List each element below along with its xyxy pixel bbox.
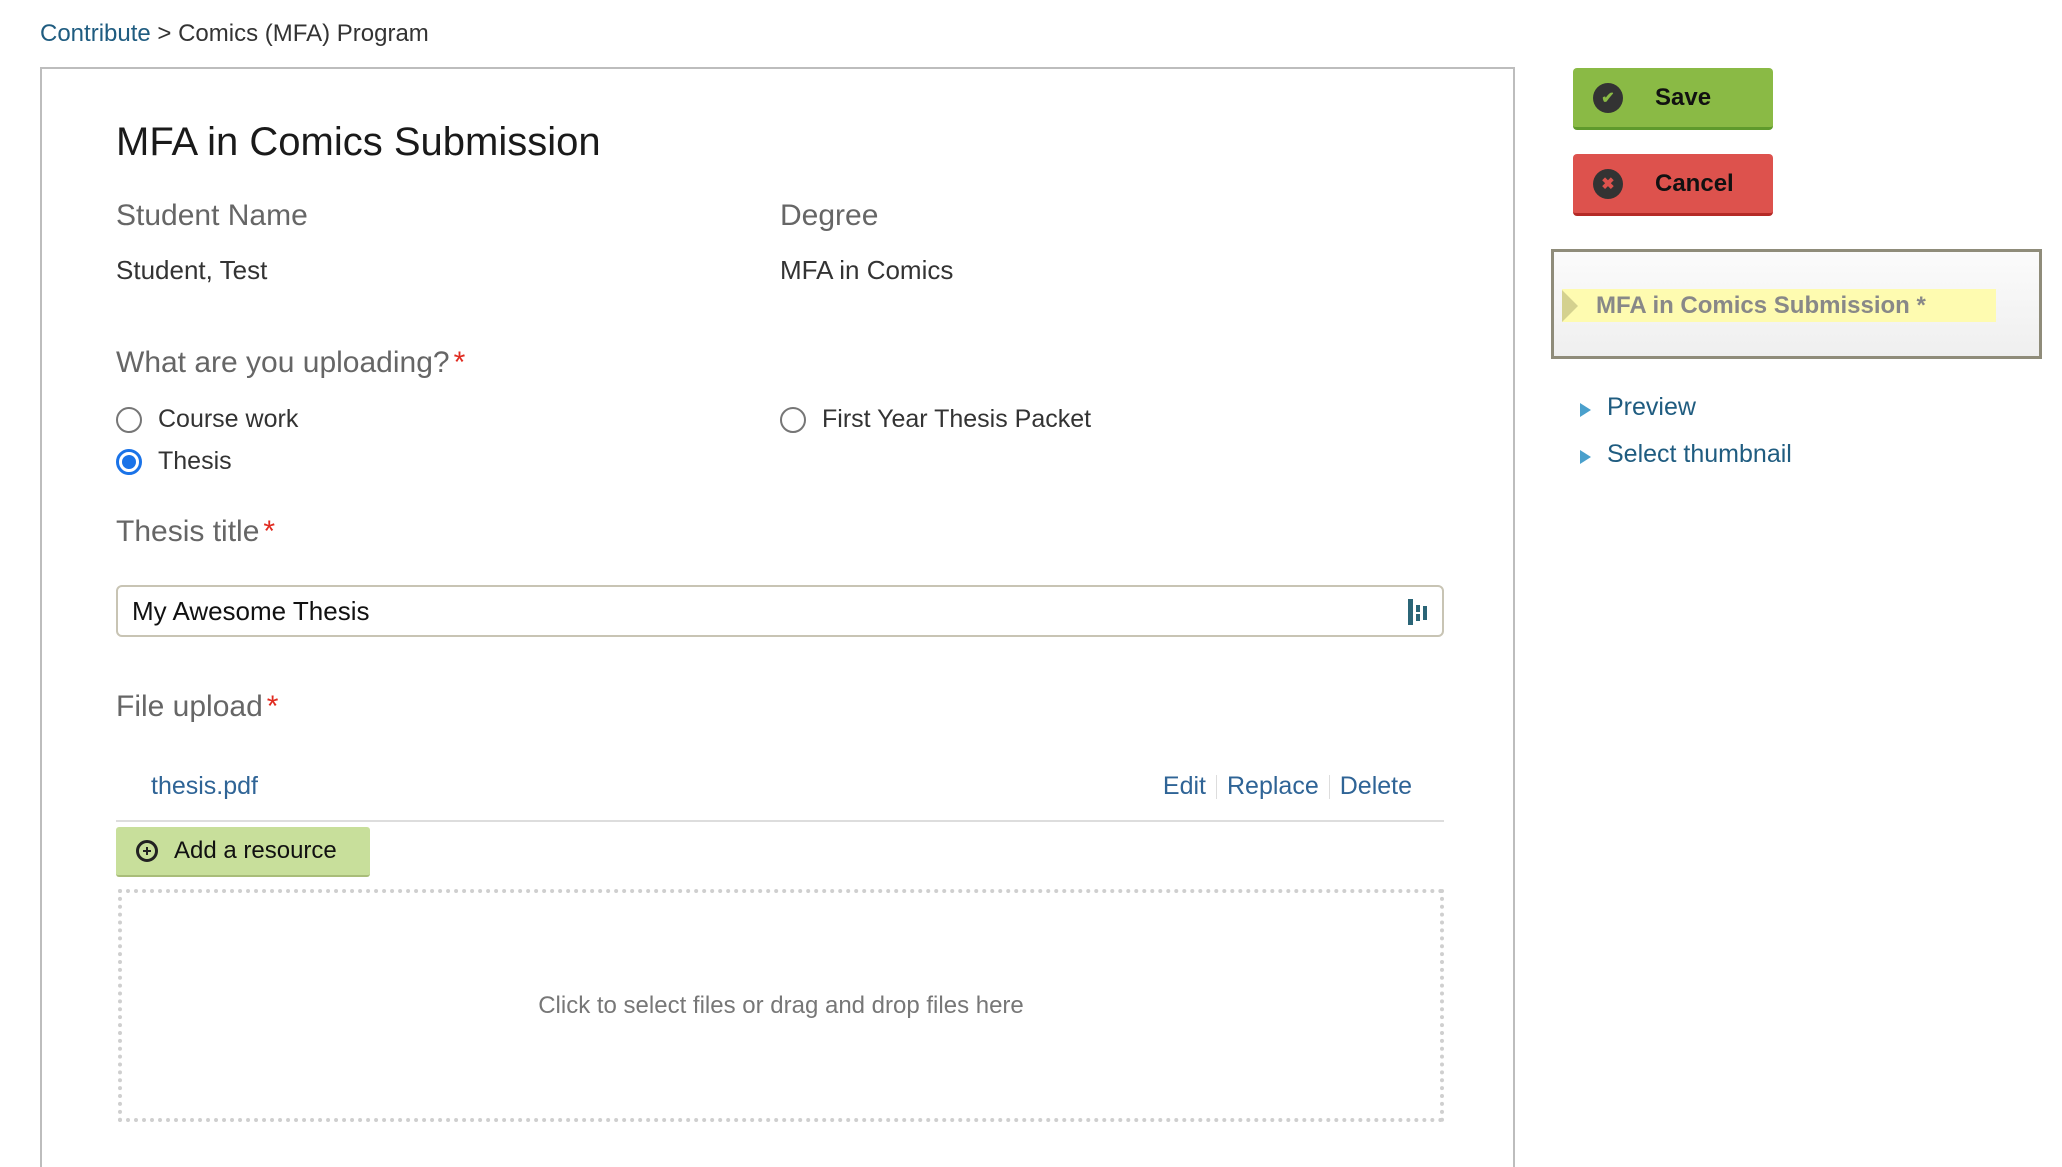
degree-value: MFA in Comics xyxy=(780,255,954,285)
breadcrumb: Contribute > Comics (MFA) Program xyxy=(40,20,429,48)
radio-button-checked[interactable] xyxy=(116,448,142,475)
thesis-title-value: My Awesome Thesis xyxy=(132,596,370,626)
check-circle-icon: ✔ xyxy=(1593,82,1623,113)
thesis-title-input[interactable]: My Awesome Thesis xyxy=(116,585,1444,637)
select-thumbnail-label: Select thumbnail xyxy=(1607,440,1792,468)
add-resource-button[interactable]: Add a resource xyxy=(116,827,370,877)
page-title: MFA in Comics Submission xyxy=(116,120,601,164)
radio-button[interactable] xyxy=(780,406,806,433)
student-name-label: Student Name xyxy=(116,199,308,232)
add-resource-label: Add a resource xyxy=(174,837,337,864)
file-upload-label-text: File upload xyxy=(116,690,263,723)
dropzone-text: Click to select files or drag and drop f… xyxy=(538,991,1024,1019)
preview-label: Preview xyxy=(1607,393,1696,421)
file-name-link[interactable]: thesis.pdf xyxy=(151,772,258,801)
radio-button[interactable] xyxy=(116,406,142,433)
cancel-button[interactable]: ✖ Cancel xyxy=(1573,154,1773,216)
radio-label: Thesis xyxy=(158,447,232,475)
cancel-label: Cancel xyxy=(1655,169,1734,197)
degree-label: Degree xyxy=(780,199,879,232)
upload-type-label-text: What are you uploading? xyxy=(116,346,450,379)
file-upload-label: File upload * xyxy=(116,690,278,724)
save-label: Save xyxy=(1655,83,1712,111)
file-actions: Edit Replace Delete xyxy=(1163,772,1412,801)
nav-step-current[interactable]: MFA in Comics Submission * xyxy=(1562,289,1996,322)
breadcrumb-separator: > xyxy=(157,20,172,47)
radio-first-year-thesis-packet[interactable]: First Year Thesis Packet xyxy=(780,405,1091,434)
required-asterisk: * xyxy=(453,346,466,379)
breadcrumb-link-contribute[interactable]: Contribute xyxy=(40,20,151,47)
preview-link[interactable]: Preview xyxy=(1580,393,1696,422)
upload-type-label: What are you uploading? * xyxy=(116,346,465,380)
breadcrumb-current: Comics (MFA) Program xyxy=(178,20,429,47)
student-name-value: Student, Test xyxy=(116,255,268,285)
radio-course-work[interactable]: Course work xyxy=(116,405,298,434)
thesis-title-label: Thesis title * xyxy=(116,515,275,549)
x-circle-icon: ✖ xyxy=(1593,168,1623,199)
delete-file-link[interactable]: Delete xyxy=(1340,772,1412,801)
plus-circle-icon xyxy=(136,840,158,862)
nav-step-label: MFA in Comics Submission * xyxy=(1596,291,1926,319)
edit-file-link[interactable]: Edit xyxy=(1163,772,1206,801)
radio-label: First Year Thesis Packet xyxy=(822,405,1092,433)
arrow-right-icon xyxy=(1562,289,1578,322)
file-dropzone[interactable]: Click to select files or drag and drop f… xyxy=(118,889,1444,1122)
replace-file-link[interactable]: Replace xyxy=(1227,772,1319,801)
triangle-right-icon xyxy=(1580,402,1591,417)
file-list-item: Edit Replace Delete xyxy=(116,760,1444,822)
save-button[interactable]: ✔ Save xyxy=(1573,68,1773,130)
radio-label: Course work xyxy=(158,405,299,433)
radio-thesis[interactable]: Thesis xyxy=(116,447,232,476)
required-asterisk: * xyxy=(263,515,276,548)
step-navigation: MFA in Comics Submission * xyxy=(1551,249,2042,359)
divider xyxy=(1216,774,1217,799)
thesis-title-label-text: Thesis title xyxy=(116,515,260,548)
select-thumbnail-link[interactable]: Select thumbnail xyxy=(1580,440,1792,469)
dashlane-icon[interactable] xyxy=(1406,597,1430,627)
required-asterisk: * xyxy=(266,690,279,723)
divider xyxy=(1328,774,1330,799)
triangle-right-icon xyxy=(1580,449,1591,464)
